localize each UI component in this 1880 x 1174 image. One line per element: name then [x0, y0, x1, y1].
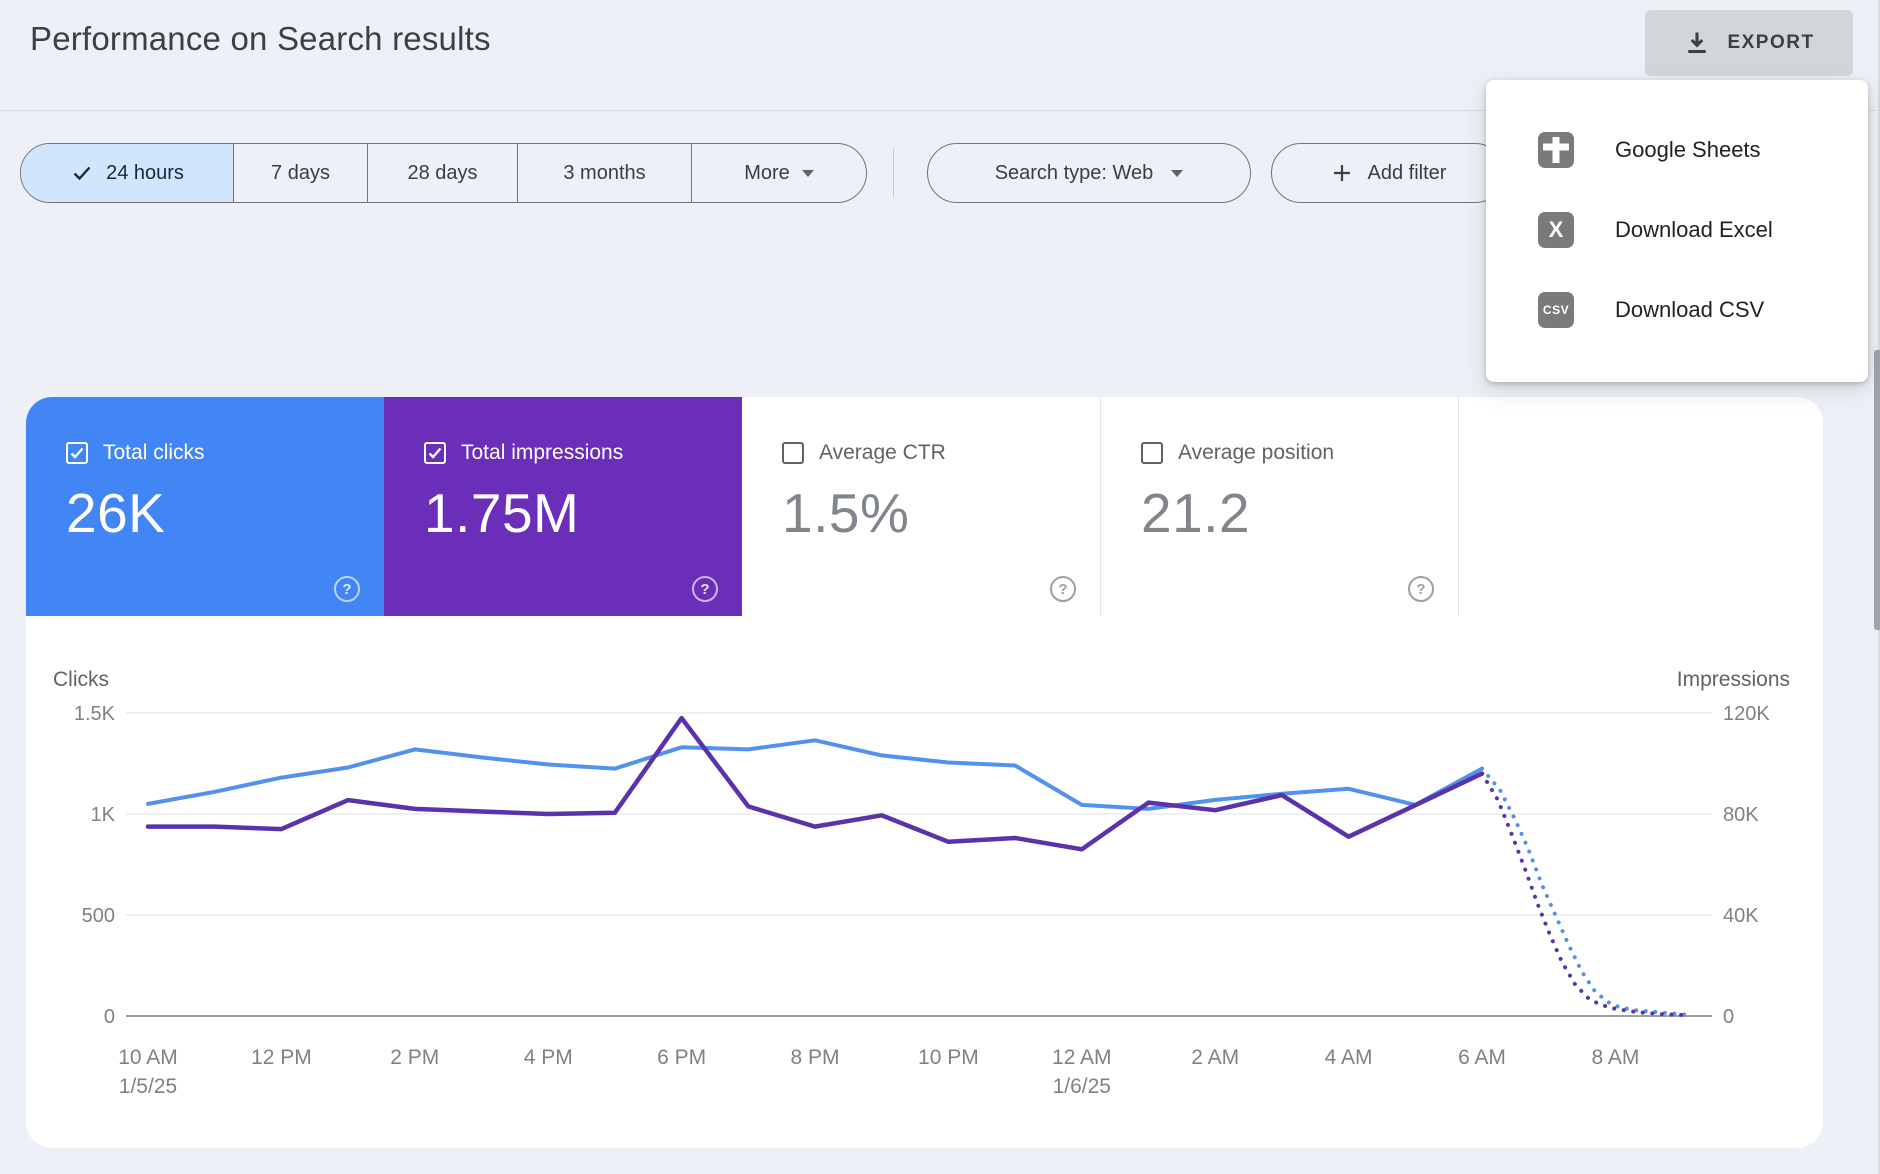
check-icon	[428, 447, 442, 459]
x-axis-tick: 4 PM	[524, 1046, 573, 1069]
metric-card-average-ctr[interactable]: Average CTR 1.5%?	[742, 397, 1100, 616]
search-type-label: Search type: Web	[994, 161, 1154, 184]
more-label: More	[744, 161, 790, 184]
export-menu-item-csv[interactable]: CSV Download CSV	[1486, 270, 1868, 350]
right-axis-tick: 0	[1723, 1006, 1734, 1028]
help-icon[interactable]: ?	[334, 576, 360, 602]
checked-checkbox[interactable]	[66, 442, 88, 464]
help-icon[interactable]: ?	[1408, 576, 1434, 602]
checked-checkbox[interactable]	[424, 442, 446, 464]
impressions-projection-dotted	[1480, 771, 1686, 1017]
right-axis-tick: 120K	[1723, 703, 1770, 725]
filter-bar: 24 hours 7 days 28 days 3 months More Search…	[20, 143, 1505, 203]
add-filter-chip[interactable]: Add filter	[1271, 143, 1505, 203]
metric-card-total-clicks[interactable]: Total clicks 26K?	[26, 397, 384, 616]
x-axis-tick: 10 AM	[118, 1046, 178, 1069]
search-type-chip[interactable]: Search type: Web	[927, 143, 1251, 203]
metric-card-average-position[interactable]: Average position 21.2?	[1100, 397, 1458, 616]
metric-value: 1.75M	[424, 482, 580, 544]
metric-value: 21.2	[1141, 482, 1251, 544]
x-axis-tick: 10 PM	[918, 1046, 979, 1069]
x-axis-date-label: 1/6/25	[1053, 1075, 1111, 1098]
metric-card-total-impressions[interactable]: Total impressions 1.75M?	[384, 397, 742, 616]
x-axis-date-label: 1/5/25	[119, 1075, 177, 1098]
date-range-chip-7-days[interactable]: 7 days	[233, 144, 367, 202]
x-axis-tick: 8 AM	[1591, 1046, 1639, 1069]
add-filter-label: Add filter	[1367, 161, 1447, 184]
metric-cards: Total clicks 26K? Total impressions 1.75M? A…	[26, 397, 1459, 616]
chevron-down-icon	[801, 169, 814, 177]
metric-value: 1.5%	[782, 482, 910, 544]
right-axis-title: Impressions	[1677, 668, 1790, 691]
impressions-line	[145, 715, 1485, 852]
left-axis-tick: 0	[104, 1006, 115, 1028]
scrollbar-thumb[interactable]	[1874, 350, 1880, 630]
export-button[interactable]: EXPORT	[1645, 10, 1853, 76]
google-sheets-icon	[1538, 132, 1574, 168]
export-menu-item-excel[interactable]: X Download Excel	[1486, 190, 1868, 270]
metric-value: 26K	[66, 482, 166, 544]
export-menu-item-label: Google Sheets	[1615, 137, 1761, 162]
x-axis-tick: 6 AM	[1458, 1046, 1506, 1069]
export-menu-item-label: Download CSV	[1615, 297, 1765, 322]
left-axis-tick: 1K	[91, 804, 116, 826]
filter-separator	[893, 149, 894, 197]
export-button-label: EXPORT	[1727, 32, 1815, 53]
unchecked-checkbox[interactable]	[1141, 442, 1163, 464]
unchecked-checkbox[interactable]	[782, 442, 804, 464]
date-range-label: 24 hours	[106, 161, 184, 184]
date-range-label: 28 days	[407, 161, 478, 184]
date-range-chip-3-months[interactable]: 3 months	[517, 144, 691, 202]
clicks-projection-dotted	[1480, 766, 1693, 1017]
help-icon[interactable]: ?	[1050, 576, 1076, 602]
date-range-group: 24 hours 7 days 28 days 3 months More	[20, 143, 867, 203]
x-axis-tick: 4 AM	[1325, 1046, 1373, 1069]
help-icon[interactable]: ?	[692, 576, 718, 602]
x-axis-tick: 8 PM	[790, 1046, 839, 1069]
plus-icon	[1333, 165, 1350, 181]
metric-label: Total clicks	[103, 441, 205, 464]
date-range-chip-24-hours[interactable]: 24 hours	[21, 144, 233, 202]
left-axis-tick: 500	[82, 905, 115, 927]
metric-label: Average position	[1178, 441, 1335, 464]
download-icon	[1688, 32, 1707, 54]
line-chart-svg: 0 500 1K 1.5K Clicks 0 40K 80K 120K Impressions 10…	[53, 668, 1790, 1098]
report-panel: Total clicks 26K? Total impressions 1.75M? A…	[26, 397, 1823, 1148]
x-axis-tick: 12 AM	[1052, 1046, 1112, 1069]
csv-icon: CSV	[1538, 292, 1574, 328]
x-axis-tick: 2 PM	[390, 1046, 439, 1069]
left-axis-tick: 1.5K	[74, 703, 116, 725]
metric-label: Average CTR	[819, 441, 946, 464]
date-range-chip-more[interactable]: More	[691, 144, 866, 202]
date-range-label: 3 months	[563, 161, 646, 184]
metric-label: Total impressions	[461, 441, 624, 464]
page-title: Performance on Search results	[30, 20, 491, 57]
check-icon	[73, 166, 91, 181]
left-axis-title: Clicks	[53, 668, 109, 691]
export-menu-item-label: Download Excel	[1615, 217, 1773, 242]
x-axis-tick: 12 PM	[251, 1046, 312, 1069]
x-axis-tick: 6 PM	[657, 1046, 706, 1069]
export-dropdown-menu: Google Sheets X Download Excel CSV Download …	[1486, 80, 1868, 382]
performance-chart: 0 500 1K 1.5K Clicks 0 40K 80K 120K Impressions 10…	[26, 616, 1823, 1148]
x-axis-tick: 2 AM	[1191, 1046, 1239, 1069]
chevron-down-icon	[1171, 169, 1184, 177]
date-range-label: 7 days	[271, 161, 330, 184]
check-icon	[70, 447, 84, 459]
right-axis-tick: 40K	[1723, 905, 1759, 927]
right-axis-tick: 80K	[1723, 804, 1759, 826]
date-range-chip-28-days[interactable]: 28 days	[367, 144, 517, 202]
export-menu-item-google-sheets[interactable]: Google Sheets	[1486, 110, 1868, 190]
excel-icon: X	[1538, 212, 1574, 248]
